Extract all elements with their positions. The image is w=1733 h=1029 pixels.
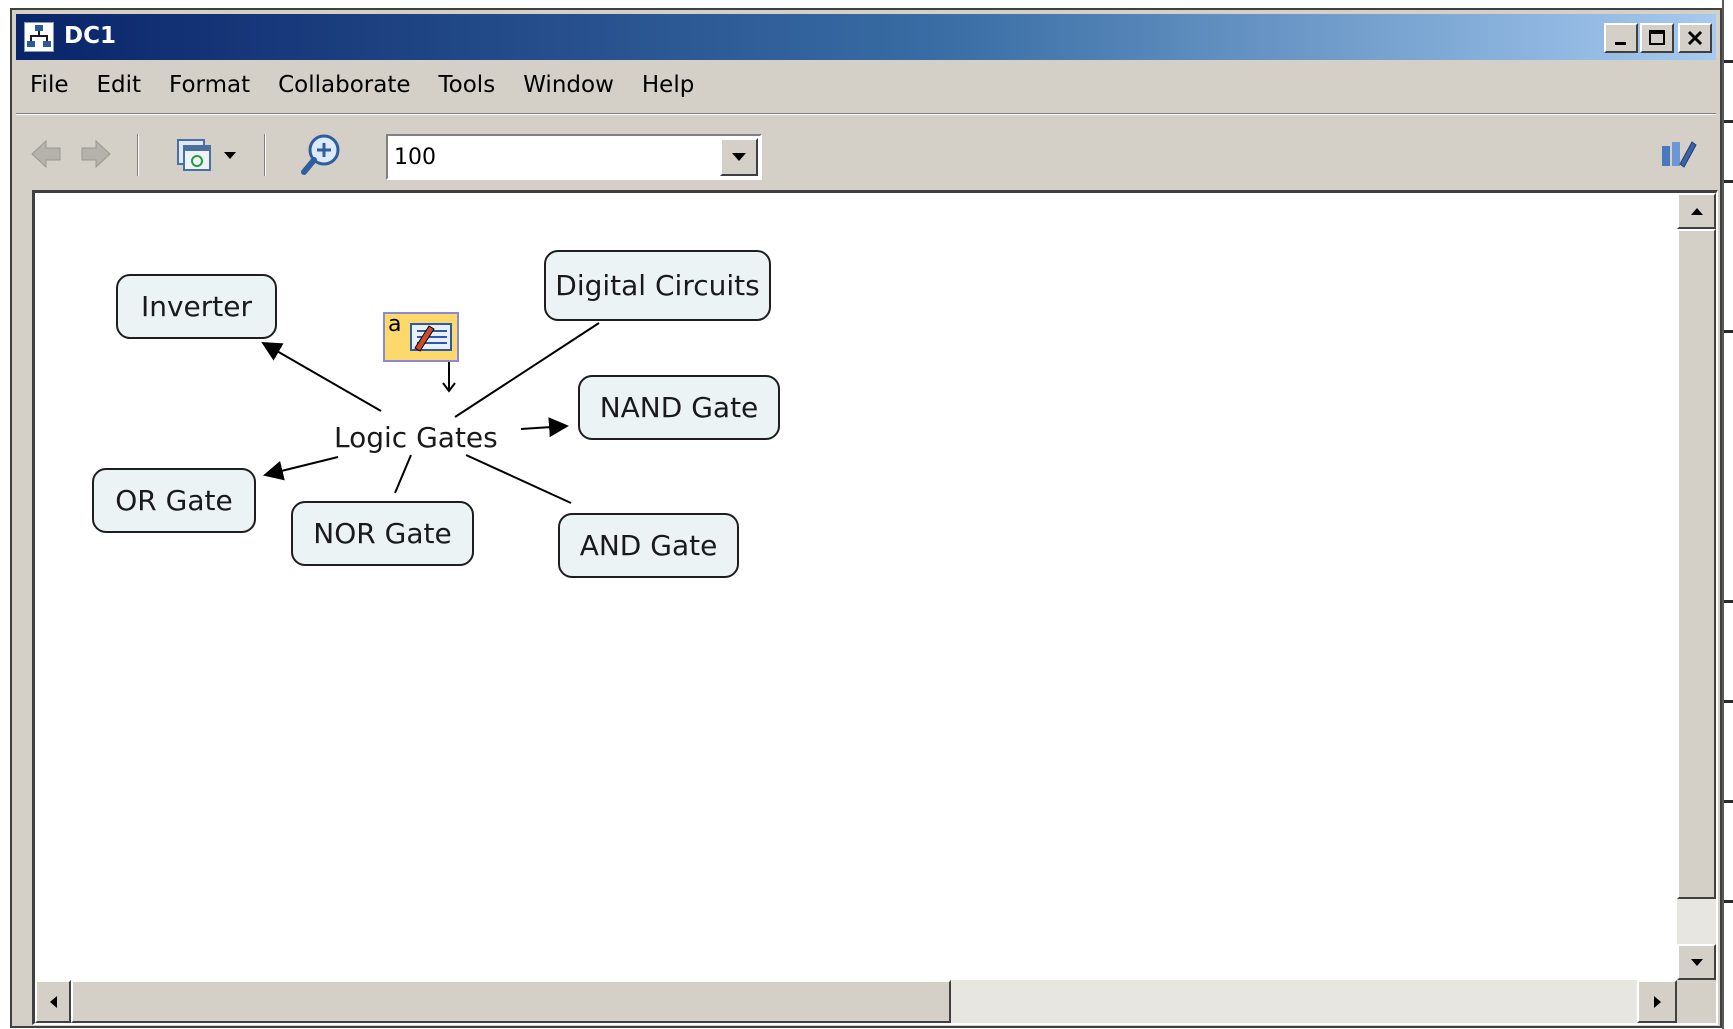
concept-or-gate[interactable]: OR Gate (92, 468, 256, 533)
minimize-icon (1615, 42, 1626, 45)
menu-collaborate[interactable]: Collaborate (264, 66, 424, 108)
vertical-scroll-thumb[interactable] (1677, 229, 1716, 899)
connection-layer (261, 322, 600, 504)
link-to-or[interactable] (263, 456, 339, 481)
toolbar: 100 (16, 122, 1716, 186)
back-arrow-icon[interactable] (30, 138, 64, 170)
toolbar-separator (137, 134, 139, 176)
edge-tick (1724, 120, 1733, 123)
edge-tick (1724, 180, 1733, 183)
edit-style-icon[interactable] (1658, 136, 1698, 172)
maximize-button[interactable] (1640, 23, 1674, 53)
close-button[interactable] (1678, 23, 1712, 53)
concept-nand-gate[interactable]: NAND Gate (578, 375, 780, 440)
menu-edit[interactable]: Edit (83, 66, 156, 108)
scrollbar-corner (1677, 980, 1716, 1023)
arrow-up-icon (1690, 207, 1703, 215)
app-window: DC1 File Edit Format Collaborate Tools W… (10, 8, 1722, 1028)
maximize-icon (1649, 30, 1665, 45)
concept-nor-gate[interactable]: NOR Gate (291, 501, 474, 566)
map-view: Inverter Digital Circuits NAND Gate OR G… (32, 190, 1718, 1025)
horizontal-scrollbar[interactable] (35, 980, 1677, 1023)
close-icon (1687, 30, 1703, 46)
zoom-value[interactable]: 100 (394, 145, 436, 170)
edge-tick (1724, 600, 1733, 603)
link-to-nor[interactable] (394, 454, 412, 494)
menu-file[interactable]: File (16, 66, 83, 108)
view-options-button[interactable] (172, 134, 242, 176)
forward-arrow-icon[interactable] (78, 138, 112, 170)
edge-tick (1724, 800, 1733, 803)
app-icon[interactable] (24, 22, 54, 52)
title-bar[interactable]: DC1 (16, 14, 1716, 60)
link-to-nand[interactable] (520, 417, 569, 438)
zoom-combo[interactable]: 100 (386, 134, 762, 180)
horizontal-scroll-thumb[interactable] (71, 980, 951, 1023)
edge-tick (1724, 900, 1733, 903)
minimize-button[interactable] (1604, 23, 1638, 53)
edge-tick (1724, 700, 1733, 703)
menu-tools[interactable]: Tools (425, 66, 510, 108)
concept-digital-circuits[interactable]: Digital Circuits (544, 250, 771, 321)
view-options-icon (177, 139, 236, 171)
edit-text-icon (410, 323, 452, 352)
menu-format[interactable]: Format (155, 66, 264, 108)
concept-and-gate[interactable]: AND Gate (558, 513, 739, 578)
menu-window[interactable]: Window (509, 66, 628, 108)
right-edge-strip (1722, 0, 1733, 1029)
menu-bar: File Edit Format Collaborate Tools Windo… (16, 66, 708, 108)
link-to-and[interactable] (465, 454, 572, 504)
menu-help[interactable]: Help (628, 66, 708, 108)
concept-logic-gates[interactable]: Logic Gates (334, 421, 498, 454)
scroll-up-button[interactable] (1677, 193, 1716, 229)
edit-label-handle[interactable]: a (383, 312, 459, 362)
concept-map-canvas[interactable]: Inverter Digital Circuits NAND Gate OR G… (35, 193, 1677, 980)
edge-tick (1724, 330, 1733, 333)
window-title: DC1 (64, 23, 116, 49)
toolbar-separator (264, 134, 266, 176)
arrow-right-icon (1653, 995, 1661, 1008)
handle-letter: a (388, 312, 402, 337)
scroll-right-button[interactable] (1637, 980, 1677, 1023)
zoom-dropdown-button[interactable] (720, 138, 758, 176)
link-to-inverter[interactable] (261, 342, 382, 412)
arrow-down-icon (1690, 958, 1703, 966)
arrow-left-icon (49, 995, 57, 1008)
edge-tick (1724, 60, 1733, 63)
concept-inverter[interactable]: Inverter (116, 274, 277, 339)
zoom-icon[interactable] (300, 132, 344, 176)
menu-divider (16, 113, 1716, 115)
vertical-scrollbar[interactable] (1677, 193, 1716, 980)
scroll-left-button[interactable] (35, 980, 71, 1023)
chevron-down-icon (732, 153, 746, 161)
scroll-down-button[interactable] (1677, 944, 1716, 980)
